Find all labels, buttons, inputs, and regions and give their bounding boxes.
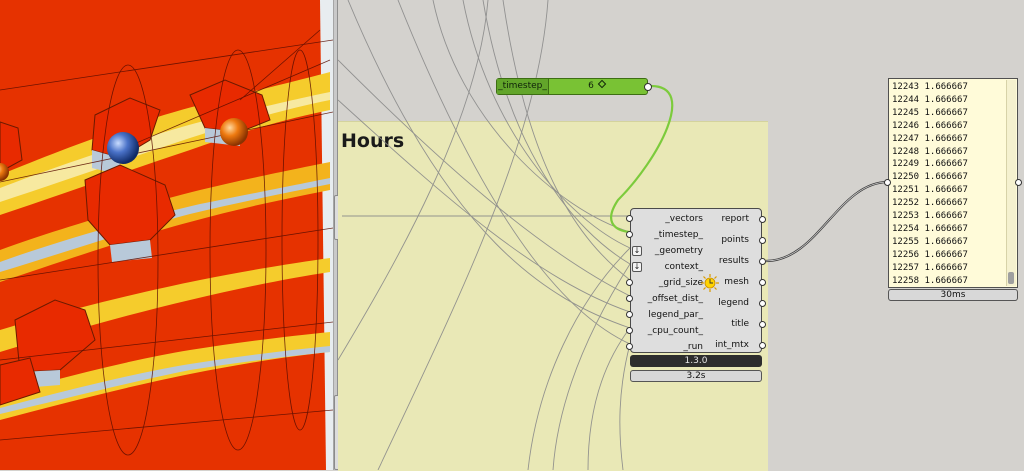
output-report[interactable]: report: [722, 212, 750, 226]
panel-row: 12245 1.666667: [892, 107, 968, 118]
panel-input-grip[interactable]: [884, 179, 891, 186]
sunlight-hours-component[interactable]: _vectors _timestep_ _geometry context_ _…: [626, 208, 766, 354]
viewport-heatmap: [0, 0, 333, 470]
slider-name-label: _timestep_: [497, 79, 549, 94]
rhino-viewport[interactable]: [0, 0, 333, 470]
sun-icon: [701, 274, 719, 292]
input-grip[interactable]: [626, 215, 633, 222]
slider-value: 6: [588, 81, 594, 91]
panel-row: 12258 1.666667: [892, 275, 968, 286]
output-grip[interactable]: [759, 258, 766, 265]
output-grip[interactable]: [759, 300, 766, 307]
input-vectors[interactable]: _vectors: [631, 212, 703, 226]
input-timestep[interactable]: _timestep_: [631, 228, 703, 242]
input-grid-size[interactable]: _grid_size: [631, 276, 703, 290]
output-mesh[interactable]: mesh: [724, 275, 749, 289]
panel-row: 12255 1.666667: [892, 236, 968, 247]
component-version: 1.3.0: [630, 355, 762, 367]
input-legend-par[interactable]: legend_par_: [631, 308, 703, 322]
slider-track[interactable]: 6: [550, 79, 643, 94]
sun-position-sphere-orange: [220, 118, 248, 146]
panel-row: 12254 1.666667: [892, 223, 968, 234]
input-grip[interactable]: [626, 295, 633, 302]
input-offset-dist[interactable]: _offset_dist_: [631, 292, 703, 306]
results-panel[interactable]: 12243 1.666667 12244 1.666667 12245 1.6666…: [888, 78, 1018, 288]
panel-row: 12247 1.666667: [892, 133, 968, 144]
input-grip[interactable]: [626, 231, 633, 238]
slider-output-grip[interactable]: [644, 83, 652, 91]
output-legend[interactable]: legend: [718, 296, 749, 310]
panel-row: 12244 1.666667: [892, 94, 968, 105]
input-run[interactable]: _run: [631, 340, 703, 354]
panel-list: 12243 1.666667 12244 1.666667 12245 1.6666…: [892, 81, 968, 287]
output-grip[interactable]: [759, 237, 766, 244]
grasshopper-canvas[interactable]: Hours _timestep_ 6 _vectors _timestep_ _…: [338, 0, 1024, 471]
output-grip[interactable]: [759, 279, 766, 286]
panel-row: 12257 1.666667: [892, 262, 968, 273]
panel-runtime: 30ms: [888, 289, 1018, 301]
flatten-arrow-icon[interactable]: ↓: [632, 262, 642, 272]
output-grip[interactable]: [759, 342, 766, 349]
output-int-mtx[interactable]: int_mtx: [715, 338, 749, 352]
output-grip[interactable]: [759, 216, 766, 223]
input-grip[interactable]: [626, 311, 633, 318]
panel-row: 12250 1.666667: [892, 172, 968, 183]
component-runtime: 3.2s: [630, 370, 762, 382]
input-grip[interactable]: [626, 279, 633, 286]
input-cpu-count[interactable]: _cpu_count_: [631, 324, 703, 338]
diamond-icon: [597, 79, 607, 89]
panel-row: 12243 1.666667: [892, 82, 968, 92]
output-title[interactable]: title: [731, 317, 749, 331]
output-grip[interactable]: [759, 321, 766, 328]
output-points[interactable]: points: [721, 233, 749, 247]
panel-row: 12249 1.666667: [892, 159, 968, 170]
input-grip[interactable]: [626, 343, 633, 350]
panel-row: 12256 1.666667: [892, 249, 968, 260]
sun-position-sphere-blue: [107, 132, 139, 164]
timestep-slider[interactable]: _timestep_ 6: [496, 78, 652, 95]
panel-row: 12251 1.666667: [892, 185, 968, 196]
output-results[interactable]: results: [719, 254, 749, 268]
panel-row: 12248 1.666667: [892, 146, 968, 157]
flatten-arrow-icon[interactable]: ↓: [632, 246, 642, 256]
panel-scroll-thumb[interactable]: [1008, 272, 1014, 284]
input-grip[interactable]: [626, 327, 633, 334]
panel-row: 12246 1.666667: [892, 120, 968, 131]
panel-row: 12252 1.666667: [892, 198, 968, 209]
panel-row: 12253 1.666667: [892, 211, 968, 222]
panel-output-grip[interactable]: [1015, 179, 1022, 186]
